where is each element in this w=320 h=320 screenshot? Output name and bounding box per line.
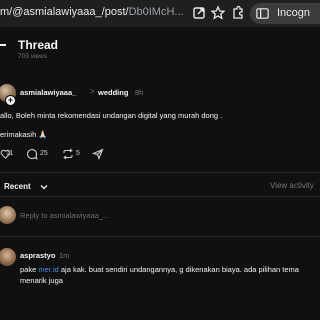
divider bbox=[0, 172, 320, 173]
post-body-line2: erimakasih 🙏🏻 bbox=[0, 130, 48, 139]
follow-plus-icon[interactable]: + bbox=[5, 95, 16, 106]
comment-body: pake mer.id aja kak. buat sendiri undang… bbox=[20, 264, 320, 286]
address-bar[interactable]: m/@asmialawiyaaa_/post/Db0IMcH... bbox=[0, 6, 185, 18]
divider bbox=[0, 196, 320, 197]
star-icon[interactable] bbox=[210, 5, 226, 21]
like-count: 11 bbox=[6, 150, 14, 157]
topic-separator: > bbox=[90, 87, 95, 96]
divider bbox=[0, 236, 320, 237]
view-activity-link[interactable]: View activity bbox=[270, 181, 314, 190]
chevron-down-icon[interactable] bbox=[40, 183, 48, 191]
extensions-icon[interactable] bbox=[230, 5, 246, 21]
incognito-label: Incogn bbox=[277, 7, 311, 19]
view-count: 703 views bbox=[18, 53, 47, 60]
reply-avatar bbox=[0, 206, 16, 224]
comment-count: 25 bbox=[40, 150, 48, 157]
repost-count: 5 bbox=[76, 150, 80, 157]
comment-icon[interactable] bbox=[26, 148, 38, 160]
post-timestamp: 8h bbox=[135, 88, 144, 97]
comment-avatar[interactable] bbox=[0, 248, 16, 266]
url-path: m/@asmialawiyaaa_/post/ bbox=[0, 6, 129, 18]
comment-timestamp: 1m bbox=[59, 251, 70, 260]
page-title: Thread bbox=[18, 38, 59, 52]
comment-text-start: pake bbox=[20, 265, 39, 274]
post-username[interactable]: asmialawiyaaa_ bbox=[20, 88, 76, 97]
sort-recent-button[interactable]: Recent bbox=[4, 182, 31, 191]
sidebar-icon bbox=[256, 8, 269, 19]
comment-username[interactable]: asprastyo bbox=[20, 251, 55, 260]
comment-text-end: aja kak. buat sendiri undangannya, g dik… bbox=[20, 265, 299, 285]
share-post-icon[interactable] bbox=[92, 148, 104, 160]
url-id: Db0IMcH... bbox=[128, 6, 184, 18]
browser-toolbar: m/@asmialawiyaaa_/post/Db0IMcH... Incogn bbox=[0, 0, 320, 27]
back-icon[interactable] bbox=[0, 44, 6, 46]
reply-input[interactable]: Reply to asmialawiyaaa_... bbox=[20, 211, 109, 220]
comment-link[interactable]: mer.id bbox=[38, 265, 58, 274]
post-body: allo, Boleh minta rekomendasi undangan d… bbox=[0, 111, 223, 120]
post-topic[interactable]: wedding bbox=[98, 88, 128, 97]
repost-icon[interactable] bbox=[62, 148, 74, 160]
share-icon[interactable] bbox=[191, 5, 207, 21]
